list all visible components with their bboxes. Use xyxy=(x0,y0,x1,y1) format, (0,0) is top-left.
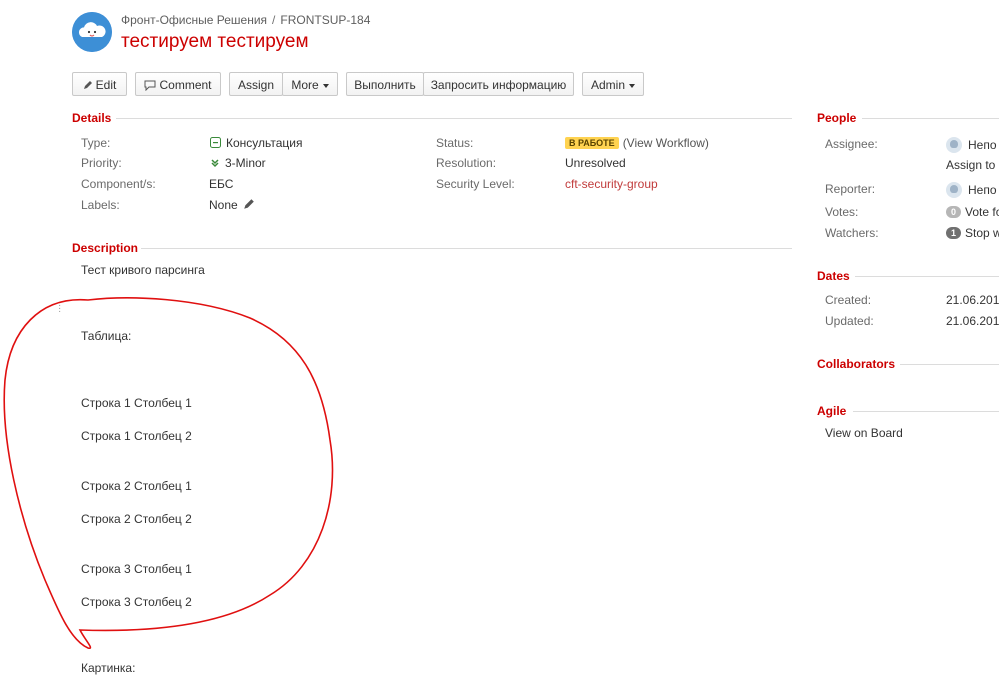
user-avatar-icon xyxy=(946,182,962,198)
people-heading[interactable]: People xyxy=(817,111,856,125)
updated-value: 21.06.2019 xyxy=(946,314,999,328)
watchers-count-badge: 1 xyxy=(946,227,962,239)
reporter-value[interactable]: Непо xyxy=(946,182,997,198)
votes-count-badge: 0 xyxy=(946,206,962,218)
agile-divider xyxy=(853,411,999,412)
votes-value[interactable]: 0 Vote fo xyxy=(946,205,999,219)
assignee-name: Непо xyxy=(968,138,997,152)
updated-label: Updated: xyxy=(825,314,874,328)
people-divider xyxy=(862,118,999,119)
votes-label: Votes: xyxy=(825,205,859,219)
watchers-value[interactable]: 1 Stop w xyxy=(946,226,999,240)
stop-watching-link[interactable]: Stop w xyxy=(965,226,999,240)
watchers-label: Watchers: xyxy=(825,226,879,240)
collaborators-divider xyxy=(900,364,999,365)
agile-heading[interactable]: Agile xyxy=(817,404,846,418)
assign-to-me-link[interactable]: Assign to ı xyxy=(946,158,999,172)
view-on-board-link[interactable]: View on Board xyxy=(825,426,903,440)
assignee-value[interactable]: Непо xyxy=(946,137,997,153)
reporter-label: Reporter: xyxy=(825,182,876,196)
collaborators-heading[interactable]: Collaborators xyxy=(817,357,895,371)
assignee-label: Assignee: xyxy=(825,137,878,151)
vote-link[interactable]: Vote fo xyxy=(965,205,999,219)
dates-divider xyxy=(855,276,999,277)
created-value: 21.06.2019 xyxy=(946,293,999,307)
user-avatar-icon xyxy=(946,137,962,153)
dates-heading[interactable]: Dates xyxy=(817,269,850,283)
created-label: Created: xyxy=(825,293,872,307)
reporter-name: Непо xyxy=(968,183,997,197)
annotation-circle xyxy=(3,297,334,650)
